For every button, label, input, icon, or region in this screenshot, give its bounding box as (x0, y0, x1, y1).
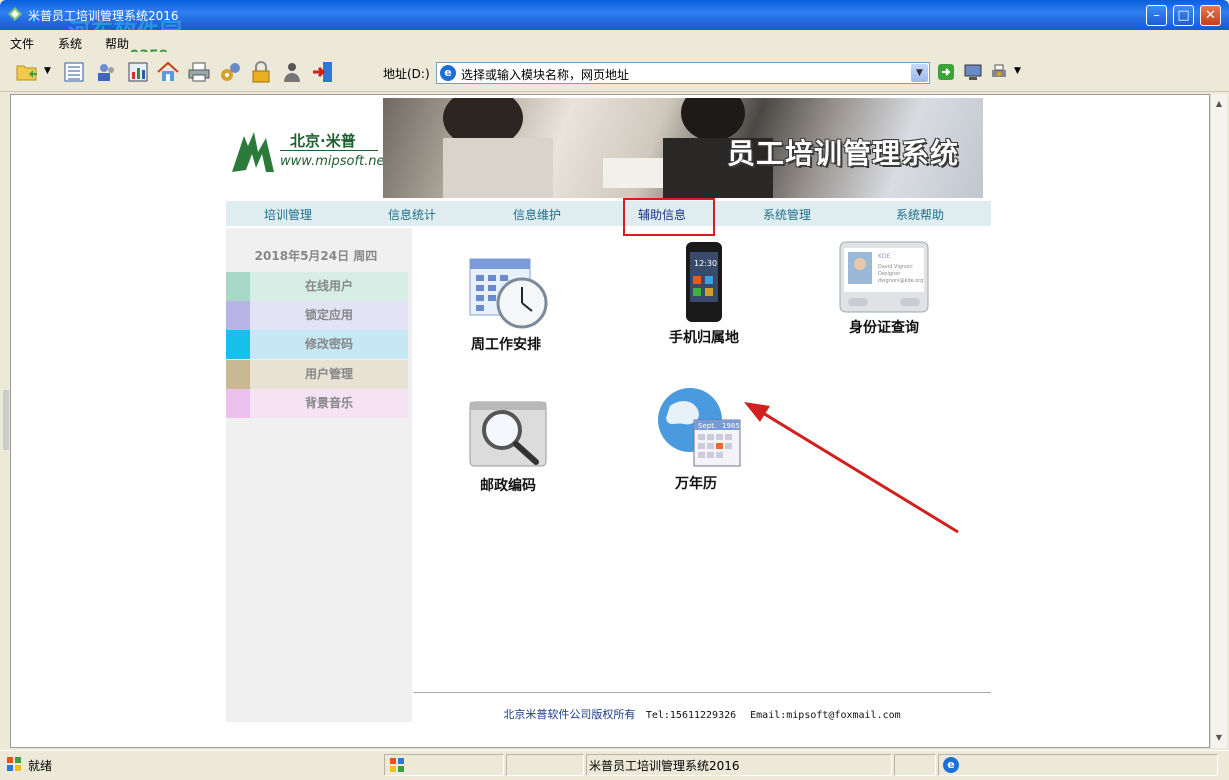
id-card-icon: KDE David Vignoni Designer dvignoni@kde.… (839, 241, 929, 313)
logo-text: 北京·米普 (290, 132, 356, 150)
minimize-button[interactable]: – (1146, 5, 1167, 26)
sidebar-swatch (226, 330, 250, 359)
list-icon[interactable] (62, 60, 86, 84)
svg-text:12:30: 12:30 (694, 259, 717, 268)
sidebar-item-background-music[interactable]: 背景音乐 (226, 389, 408, 418)
status-segment (506, 754, 584, 776)
sidebar-item-label: 在线用户 (250, 272, 408, 301)
id-card-line: Designer (878, 271, 901, 277)
status-segment (384, 754, 504, 776)
logo-divider (280, 150, 378, 151)
main-nav: 培训管理 信息统计 信息维护 辅助信息 系统管理 系统帮助 (226, 201, 991, 226)
status-segment (894, 754, 936, 776)
monitor-icon[interactable] (964, 63, 982, 81)
sidebar-item-user-management[interactable]: 用户管理 (226, 360, 408, 389)
printer-options-icon[interactable] (990, 63, 1008, 81)
users-icon[interactable] (95, 60, 119, 84)
vertical-scrollbar[interactable]: ▲ ▼ (1210, 94, 1227, 748)
sidebar-swatch (226, 272, 250, 301)
menu-file[interactable]: 文件 (10, 35, 34, 52)
status-segment: 米普员工培训管理系统2016 (586, 754, 892, 776)
nav-statistics[interactable]: 信息统计 (388, 206, 436, 223)
module-label: 邮政编码 (480, 478, 536, 494)
status-bar: 就绪 米普员工培训管理系统2016 e (0, 750, 1229, 780)
status-app-title: 米普员工培训管理系统2016 (589, 759, 740, 773)
magnifier-icon (469, 401, 547, 467)
go-icon[interactable] (938, 64, 954, 80)
exit-icon[interactable] (311, 60, 335, 84)
nav-maintenance[interactable]: 信息维护 (513, 206, 561, 223)
status-text: 就绪 (28, 759, 53, 773)
module-mobile-location[interactable]: 12:30 手机归属地 (652, 240, 756, 347)
sidebar-item-change-password[interactable]: 修改密码 (226, 330, 408, 359)
folder-open-icon[interactable] (15, 60, 39, 84)
sidebar-item-label: 修改密码 (250, 330, 408, 359)
sidebar-swatch (226, 301, 250, 330)
print-icon[interactable] (187, 60, 211, 84)
folder-dropdown-icon[interactable]: ▼ (44, 66, 51, 76)
module-weekly-schedule[interactable]: 周工作安排 (456, 255, 556, 354)
calendar-clock-icon (469, 258, 548, 329)
annotation-highlight-box (623, 198, 715, 236)
sidebar-swatch (226, 360, 250, 389)
maximize-button[interactable]: □ (1173, 5, 1194, 26)
lock-icon[interactable] (249, 60, 273, 84)
app-small-icon (390, 758, 404, 772)
close-button[interactable]: ✕ (1200, 5, 1221, 26)
sidebar-item-online-users[interactable]: 在线用户 (226, 272, 408, 301)
home-icon[interactable] (156, 60, 180, 84)
id-card-line: dvignoni@kde.org (878, 278, 923, 284)
module-id-card[interactable]: KDE David Vignoni Designer dvignoni@kde.… (836, 240, 932, 337)
address-label: 地址(D:) (383, 67, 430, 81)
id-card-line: KDE (878, 253, 891, 260)
annotation-arrow (744, 402, 959, 534)
footer-company: 北京米普软件公司版权所有 (503, 708, 636, 721)
settings-icon[interactable] (218, 60, 242, 84)
footer-tel: Tel:15611229326 (645, 710, 737, 721)
ie-status-icon: e (943, 757, 959, 773)
globe-calendar-icon: Sept. 1985 (658, 388, 741, 467)
module-label: 周工作安排 (471, 337, 541, 353)
report-icon[interactable] (126, 60, 150, 84)
current-date: 2018年5月24日 周四 (254, 249, 378, 263)
scroll-down-icon[interactable]: ▼ (1211, 730, 1227, 746)
module-label: 身份证查询 (849, 320, 919, 336)
options-dropdown-icon[interactable]: ▼ (1014, 66, 1021, 76)
splitter-handle[interactable] (3, 390, 9, 450)
banner-photo: 员工培训管理系统 (383, 98, 983, 198)
sidebar-swatch (226, 389, 250, 418)
sidebar-item-label: 背景音乐 (250, 389, 408, 418)
sidebar-item-label: 用户管理 (250, 360, 408, 389)
module-postal-code[interactable]: 邮政编码 (458, 398, 558, 495)
nav-training[interactable]: 培训管理 (264, 206, 312, 223)
module-label: 手机归属地 (669, 330, 739, 346)
windows-flag-icon (7, 757, 21, 771)
module-perpetual-calendar[interactable]: Sept. 1985 万年历 (646, 386, 746, 493)
title-bar: 米普员工培训管理系统2016 河东软件园 – □ ✕ (0, 0, 1229, 45)
mobile-phone-icon: 12:30 (686, 242, 722, 322)
nav-system-help[interactable]: 系统帮助 (896, 206, 944, 223)
address-input[interactable]: e 选择或输入模块名称，网页地址 ▼ (436, 62, 930, 84)
ie-icon: e (440, 65, 456, 81)
toolbar: ▼ 地址(D:) e 选择或输入模块名称，网页地址 ▼ ▼ (0, 52, 1229, 92)
footer-divider (413, 692, 991, 693)
mipsoft-logo-icon (232, 132, 274, 172)
banner-title: 员工培训管理系统 (726, 137, 959, 170)
address-value: 选择或输入模块名称，网页地址 (461, 68, 630, 82)
id-card-line: David Vignoni (878, 264, 913, 270)
scroll-up-icon[interactable]: ▲ (1211, 96, 1227, 112)
sidebar-item-lock-app[interactable]: 锁定应用 (226, 301, 408, 330)
user-lock-icon[interactable] (280, 60, 304, 84)
sidebar-item-label: 锁定应用 (250, 301, 408, 330)
status-segment: e (938, 754, 1218, 776)
logo-url: www.mipsoft.net (280, 154, 390, 169)
footer: 北京米普软件公司版权所有 Tel:15611229326 Email:mipso… (413, 706, 991, 722)
app-icon (8, 7, 22, 21)
module-label: 万年历 (675, 476, 717, 492)
calendar-year: 1985 (722, 422, 740, 430)
footer-email: Email:mipsoft@foxmail.com (750, 710, 901, 721)
nav-system-management[interactable]: 系统管理 (763, 206, 811, 223)
calendar-month: Sept. (698, 422, 716, 430)
address-dropdown-icon[interactable]: ▼ (911, 64, 928, 82)
